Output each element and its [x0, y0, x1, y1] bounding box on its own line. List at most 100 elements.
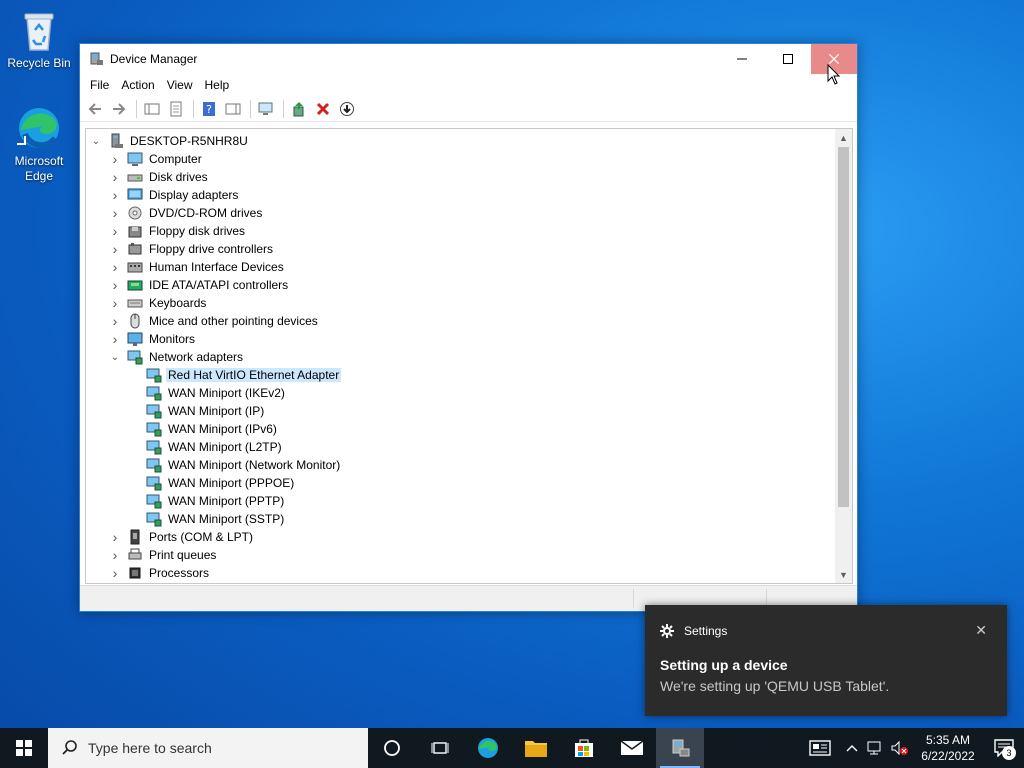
- taskbar-clock[interactable]: 5:35 AM 6/22/2022: [912, 732, 984, 764]
- tree-device[interactable]: WAN Miniport (IPv6): [86, 420, 835, 438]
- tree-device[interactable]: WAN Miniport (PPPOE): [86, 474, 835, 492]
- tree-device-label: WAN Miniport (L2TP): [168, 440, 282, 454]
- chevron-right-icon[interactable]: ›: [109, 186, 121, 204]
- menu-file[interactable]: File: [84, 78, 115, 92]
- chevron-right-icon[interactable]: ›: [109, 240, 121, 258]
- tree-category[interactable]: › IDE ATA/ATAPI controllers: [86, 276, 835, 294]
- menu-action[interactable]: Action: [115, 78, 160, 92]
- menu-help[interactable]: Help: [199, 78, 236, 92]
- tree-device[interactable]: WAN Miniport (Network Monitor): [86, 456, 835, 474]
- device-manager-icon: [672, 739, 690, 757]
- network-icon: [146, 439, 162, 455]
- volume-button[interactable]: [888, 728, 912, 768]
- update-driver-button[interactable]: [288, 98, 310, 120]
- tree-device[interactable]: Red Hat VirtIO Ethernet Adapter: [86, 366, 835, 384]
- tree-category[interactable]: › Print queues: [86, 546, 835, 564]
- chevron-right-icon[interactable]: ›: [109, 222, 121, 240]
- cortana-button[interactable]: [368, 728, 416, 768]
- chevron-right-icon[interactable]: ›: [109, 528, 121, 546]
- tree-category[interactable]: › Ports (COM & LPT): [86, 528, 835, 546]
- tree-device[interactable]: WAN Miniport (PPTP): [86, 492, 835, 510]
- action-pane-button[interactable]: [222, 98, 244, 120]
- tree-device[interactable]: WAN Miniport (IKEv2): [86, 384, 835, 402]
- network-icon: [146, 493, 162, 509]
- start-button[interactable]: [0, 728, 48, 768]
- scroll-thumb[interactable]: [838, 147, 849, 507]
- chevron-right-icon[interactable]: ›: [109, 258, 121, 276]
- chevron-right-icon[interactable]: ›: [109, 330, 121, 348]
- menu-view[interactable]: View: [161, 78, 199, 92]
- tree-category[interactable]: › Disk drives: [86, 168, 835, 186]
- taskbar-mail-button[interactable]: [608, 728, 656, 768]
- tree-category[interactable]: › Computer: [86, 150, 835, 168]
- scan-hardware-button[interactable]: [255, 98, 277, 120]
- taskbar-search-box[interactable]: Type here to search: [48, 728, 368, 768]
- uninstall-button[interactable]: [312, 98, 334, 120]
- tree-category-label: Computer: [149, 152, 202, 166]
- chevron-right-icon[interactable]: ›: [109, 312, 121, 330]
- title-bar[interactable]: Device Manager: [80, 44, 857, 74]
- taskbar-store-button[interactable]: [560, 728, 608, 768]
- scroll-down-icon[interactable]: ▼: [835, 566, 852, 583]
- tree-category[interactable]: › Display adapters: [86, 186, 835, 204]
- network-icon: [867, 741, 881, 755]
- task-view-button[interactable]: [416, 728, 464, 768]
- chevron-down-icon[interactable]: ⌄: [90, 132, 102, 150]
- news-widget-button[interactable]: [800, 728, 840, 768]
- chevron-right-icon[interactable]: ›: [109, 546, 121, 564]
- task-view-icon: [431, 742, 449, 754]
- network-status-button[interactable]: [864, 728, 888, 768]
- tree-device-label: WAN Miniport (SSTP): [168, 512, 285, 526]
- tree-device[interactable]: WAN Miniport (L2TP): [86, 438, 835, 456]
- back-button[interactable]: [84, 98, 106, 120]
- tree-category[interactable]: › Keyboards: [86, 294, 835, 312]
- tree-category-label: Display adapters: [149, 188, 239, 202]
- chevron-right-icon[interactable]: ›: [109, 168, 121, 186]
- scroll-up-icon[interactable]: ▲: [835, 129, 852, 146]
- tree-category[interactable]: › Mice and other pointing devices: [86, 312, 835, 330]
- chevron-right-icon[interactable]: ›: [109, 564, 121, 582]
- tree-root[interactable]: ⌄ DESKTOP-R5NHR8U: [86, 132, 835, 150]
- chevron-right-icon[interactable]: ›: [109, 204, 121, 222]
- maximize-button[interactable]: [765, 44, 811, 74]
- port-icon: [127, 529, 143, 545]
- help-button[interactable]: ?: [198, 98, 220, 120]
- vertical-scrollbar[interactable]: ▲ ▼: [835, 129, 852, 583]
- chevron-right-icon[interactable]: ›: [109, 150, 121, 168]
- ide-icon: [127, 277, 143, 293]
- taskbar-edge-button[interactable]: [464, 728, 512, 768]
- tree-category[interactable]: › Processors: [86, 564, 835, 582]
- desktop-icon-edge[interactable]: Microsoft Edge: [3, 104, 75, 184]
- tree-category[interactable]: ⌄ Network adapters: [86, 348, 835, 366]
- tree-category[interactable]: › Human Interface Devices: [86, 258, 835, 276]
- chevron-right-icon[interactable]: ›: [109, 294, 121, 312]
- chevron-right-icon[interactable]: ›: [109, 276, 121, 294]
- show-hide-console-tree-icon: [144, 103, 160, 114]
- forward-button[interactable]: [108, 98, 130, 120]
- taskbar-device-manager-button[interactable]: [656, 728, 704, 768]
- console-tree-button[interactable]: [141, 98, 163, 120]
- network-icon: [146, 457, 162, 473]
- tree-device[interactable]: WAN Miniport (IP): [86, 402, 835, 420]
- search-placeholder: Type here to search: [88, 740, 212, 756]
- notification-count-badge: 3: [1002, 746, 1016, 760]
- desktop-icon-recycle-bin[interactable]: Recycle Bin: [3, 6, 75, 71]
- tree-category[interactable]: › Floppy drive controllers: [86, 240, 835, 258]
- properties-button[interactable]: [165, 98, 187, 120]
- toast-notification[interactable]: Settings ✕ Setting up a device We're set…: [645, 605, 1007, 716]
- toast-close-icon[interactable]: ✕: [975, 622, 987, 639]
- chevron-down-icon[interactable]: ⌄: [109, 348, 121, 366]
- tree-category[interactable]: › Monitors: [86, 330, 835, 348]
- taskbar-file-explorer-button[interactable]: [512, 728, 560, 768]
- minimize-button[interactable]: [719, 44, 765, 74]
- menu-bar: File Action View Help: [80, 74, 857, 96]
- tree-category[interactable]: › DVD/CD-ROM drives: [86, 204, 835, 222]
- disable-device-button[interactable]: [336, 98, 358, 120]
- tree-category[interactable]: › Floppy disk drives: [86, 222, 835, 240]
- store-icon: [575, 739, 593, 757]
- show-hidden-icons-button[interactable]: [840, 728, 864, 768]
- tree-device[interactable]: WAN Miniport (SSTP): [86, 510, 835, 528]
- action-center-button[interactable]: 3: [984, 728, 1024, 768]
